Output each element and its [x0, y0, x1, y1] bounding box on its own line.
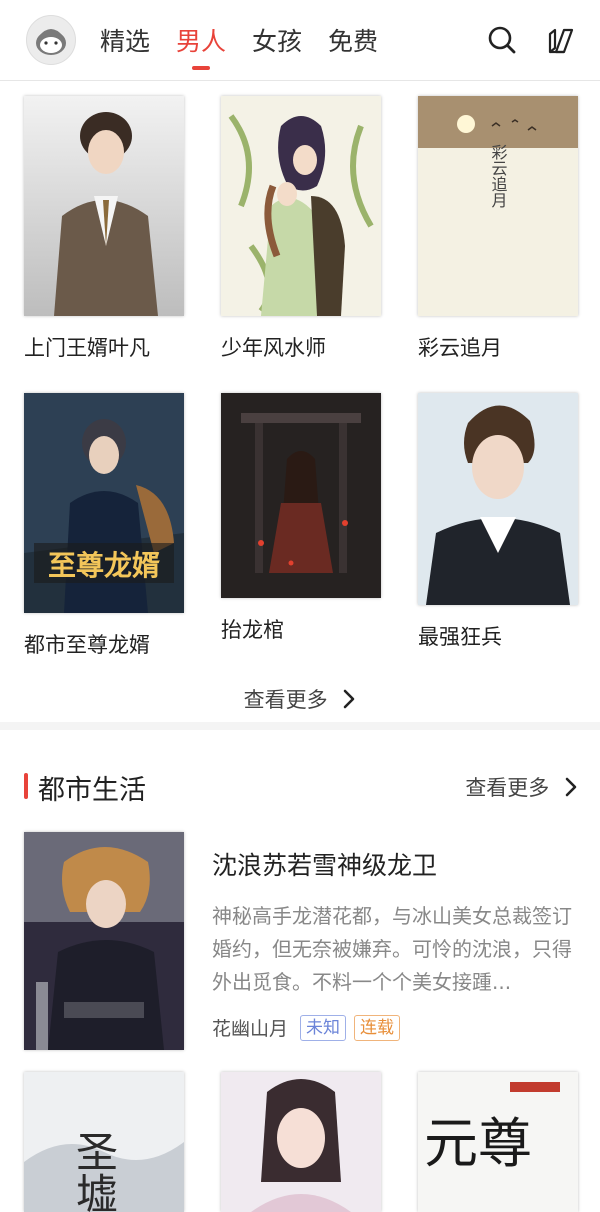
book-cover[interactable]: [221, 393, 381, 598]
book-card[interactable]: 至尊龙婿 都市至尊龙婿: [24, 393, 184, 659]
book-cover[interactable]: 至尊龙婿: [24, 393, 184, 613]
section-divider: [0, 722, 600, 730]
book-title: 最强狂兵: [418, 625, 502, 649]
book-card[interactable]: 彩云追月 彩云追月: [418, 96, 578, 362]
cover-text: 至尊龙婿: [48, 549, 160, 582]
tab-mianfei[interactable]: 免费: [328, 22, 378, 58]
section-view-more-label: 查看更多: [465, 776, 550, 800]
book-cover[interactable]: [24, 96, 184, 316]
book-cover[interactable]: 彩云追月: [418, 96, 578, 316]
featured-book-meta: 花幽山月 未知 连载: [212, 1014, 401, 1041]
featured-book-author: 花幽山月: [212, 1018, 289, 1040]
status-badge: 连载: [354, 1014, 401, 1041]
book-cover[interactable]: 元尊: [418, 1072, 578, 1212]
book-card[interactable]: 少年风水师: [221, 96, 381, 362]
chevron-right-icon: [342, 688, 356, 715]
book-card[interactable]: 上门王婿叶凡: [24, 96, 184, 362]
cover-text: 彩云追月: [489, 144, 508, 209]
chevron-right-icon: [564, 776, 578, 803]
book-cover[interactable]: [418, 393, 578, 605]
view-more-label: 查看更多: [243, 688, 328, 712]
book-card[interactable]: 抬龙棺: [221, 393, 381, 644]
book-title: 抬龙棺: [221, 618, 284, 642]
book-title: 上门王婿叶凡: [24, 336, 150, 360]
bookshelf-icon[interactable]: [544, 24, 576, 56]
featured-book-description: 神秘高手龙潜花都，与冰山美女总裁签订婚约，但无奈被嫌弃。可怜的沈浪，只得外出觅食…: [212, 904, 572, 994]
book-cover[interactable]: 圣墟: [24, 1072, 184, 1212]
view-more-button[interactable]: 查看更多: [0, 684, 600, 715]
featured-book-title[interactable]: 沈浪苏若雪神级龙卫: [212, 846, 437, 882]
book-cover[interactable]: [221, 1072, 381, 1212]
book-title: 彩云追月: [418, 336, 502, 360]
book-title: 都市至尊龙婿: [24, 633, 150, 657]
book-title: 少年风水师: [221, 336, 326, 360]
book-card[interactable]: 最强狂兵: [418, 393, 578, 651]
tab-nanren[interactable]: 男人: [176, 22, 226, 58]
cover-text: 元尊: [424, 1112, 532, 1175]
book-cover[interactable]: [221, 96, 381, 316]
category-tabs: 精选 男人 女孩 免费: [100, 22, 378, 58]
section-view-more-button[interactable]: 查看更多: [465, 772, 578, 803]
section-accent-bar: [24, 773, 28, 799]
tab-nvhai[interactable]: 女孩: [252, 22, 302, 58]
featured-book-cover[interactable]: [24, 832, 184, 1050]
tab-jingxuan[interactable]: 精选: [100, 22, 150, 58]
avatar-icon: [27, 16, 75, 64]
top-header: 精选 男人 女孩 免费: [0, 0, 600, 81]
search-icon[interactable]: [486, 24, 518, 56]
status-badge: 未知: [300, 1014, 347, 1041]
section-title: 都市生活: [38, 775, 146, 806]
user-avatar[interactable]: [26, 15, 76, 65]
